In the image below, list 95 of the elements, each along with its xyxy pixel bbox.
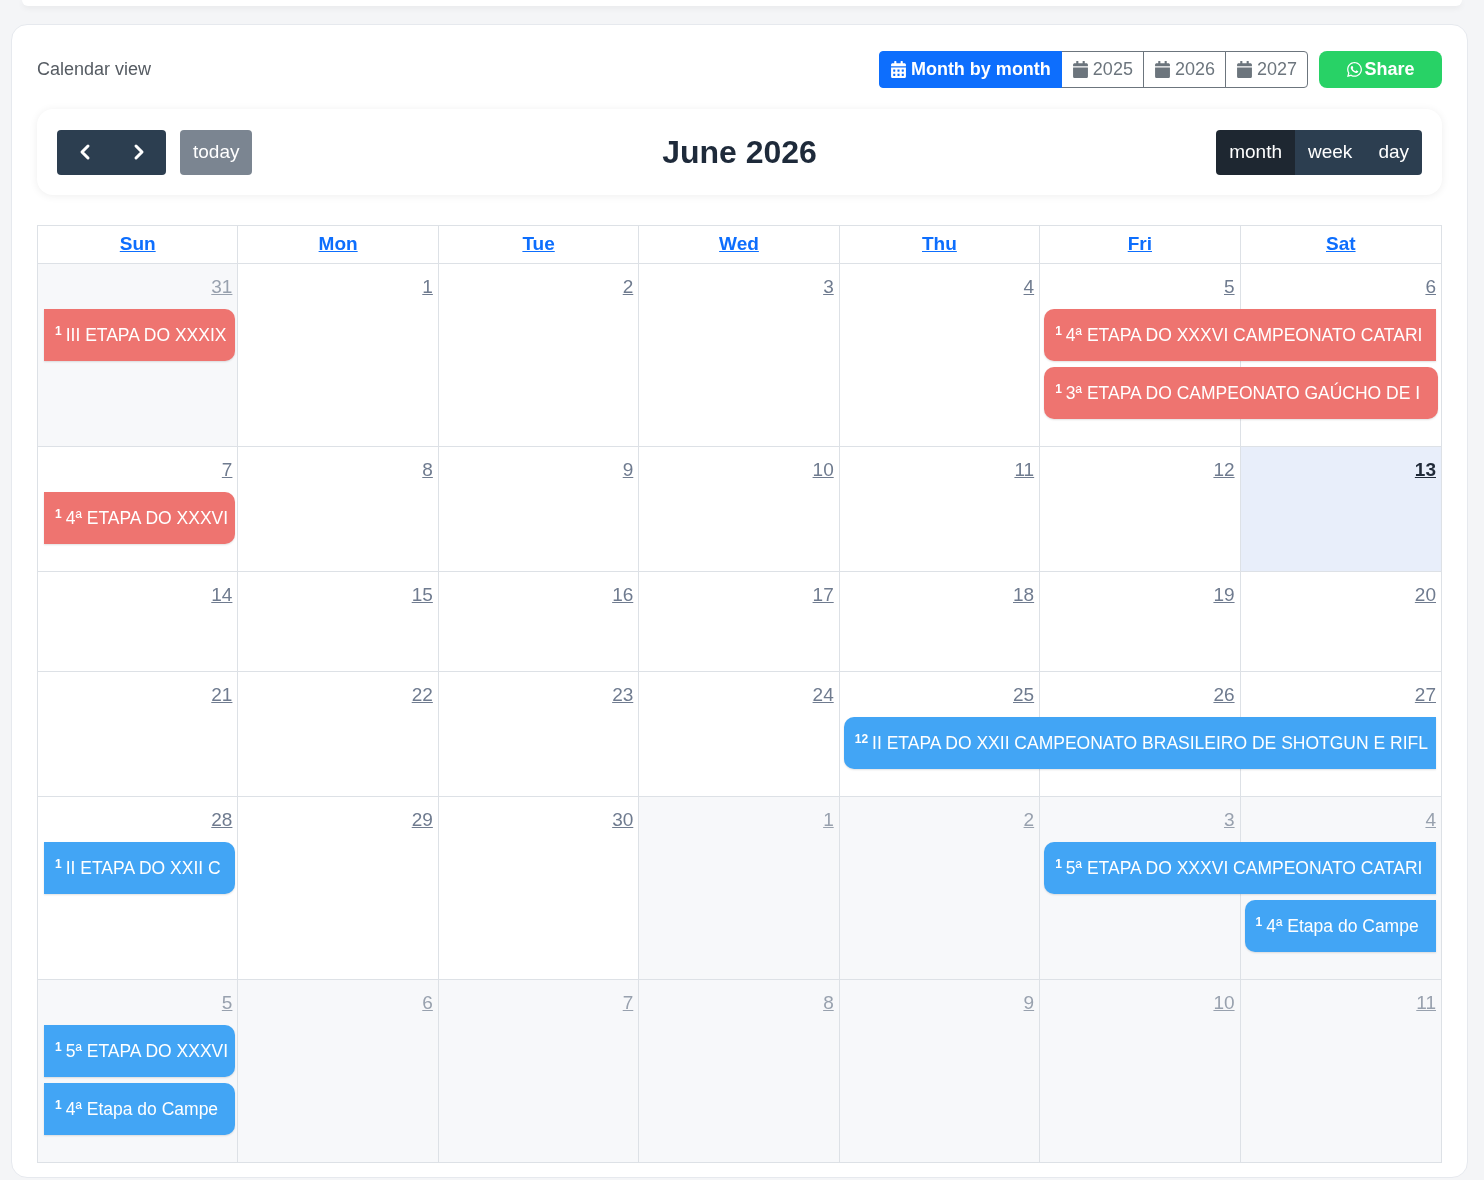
day-number[interactable]: 29	[411, 806, 433, 835]
day-number[interactable]: 1	[823, 806, 834, 835]
day-number[interactable]: 5	[221, 989, 233, 1018]
event-time: 1	[1055, 325, 1062, 337]
day-number[interactable]: 6	[422, 989, 433, 1018]
event-title: 3ª ETAPA DO CAMPEONATO GAÚCHO DE I	[1065, 383, 1421, 403]
event-title: III ETAPA DO XXXIX	[65, 325, 227, 345]
day-number[interactable]: 3	[1224, 806, 1235, 835]
day-number[interactable]: 7	[221, 456, 233, 485]
day-number[interactable]: 4	[1023, 273, 1035, 302]
event-title: 4ª Etapa do Campe	[1266, 916, 1419, 936]
event-time: 1	[55, 508, 62, 520]
day-number[interactable]: 22	[411, 681, 433, 710]
view-mode-tab[interactable]: 2027	[1224, 51, 1308, 88]
day-number[interactable]: 16	[612, 581, 634, 610]
weekday-link[interactable]: Fri	[1127, 230, 1152, 259]
event-bar[interactable]: 1 5ª ETAPA DO XXXVI CAMPEONATO CATARI	[1044, 842, 1436, 894]
day-number[interactable]: 28	[211, 806, 233, 835]
calendar-icon	[1153, 61, 1171, 78]
view-tab[interactable]: day	[1365, 129, 1422, 175]
event-time: 1	[55, 1099, 62, 1111]
event-title: II ETAPA DO XXII C	[65, 858, 221, 878]
day-number[interactable]: 8	[823, 989, 834, 1018]
day-number[interactable]: 11	[1416, 989, 1436, 1018]
day-number[interactable]: 2	[1023, 806, 1035, 835]
weekday-link[interactable]: Thu	[922, 230, 957, 259]
event-time: 1	[1255, 916, 1263, 928]
day-number[interactable]: 20	[1414, 581, 1436, 610]
day-number[interactable]: 15	[411, 581, 433, 610]
event-bar[interactable]: 1 4ª ETAPA DO XXXVI	[44, 492, 236, 544]
view-tab[interactable]: month	[1216, 129, 1295, 175]
event-time: 1	[1055, 383, 1062, 395]
day-number[interactable]: 27	[1414, 681, 1436, 710]
day-number[interactable]: 10	[812, 456, 834, 485]
event-bar[interactable]: 1 5ª ETAPA DO XXXVI	[44, 1025, 236, 1077]
day-number[interactable]: 24	[812, 681, 834, 710]
weekday-link[interactable]: Sat	[1326, 230, 1356, 259]
next-button[interactable]	[112, 129, 166, 175]
event-title: 4ª ETAPA DO XXXVI CAMPEONATO CATARI	[1065, 325, 1423, 345]
view-mode-tab[interactable]: 2026	[1142, 51, 1226, 88]
view-mode-tab[interactable]: 2025	[1060, 51, 1144, 88]
weekday-link[interactable]: Sun	[119, 230, 156, 259]
chat-icon	[1346, 61, 1364, 78]
day-number[interactable]: 30	[612, 806, 634, 835]
event-title: 4ª ETAPA DO XXXVI	[65, 508, 229, 528]
event-title: 5ª ETAPA DO XXXVI CAMPEONATO CATARI	[1065, 858, 1423, 878]
event-time: 1	[55, 858, 62, 870]
day-number[interactable]: 11	[1014, 456, 1035, 485]
day-number[interactable]: 3	[823, 273, 834, 302]
day-number[interactable]: 14	[211, 581, 233, 610]
day-number[interactable]: 6	[1425, 273, 1436, 302]
day-number[interactable]: 31	[211, 273, 233, 302]
view-tab[interactable]: week	[1295, 129, 1366, 175]
day-number[interactable]: 18	[1013, 581, 1035, 610]
calendar-icon	[1235, 61, 1253, 78]
day-number[interactable]: 5	[1224, 273, 1235, 302]
event-bar[interactable]: 12 II ETAPA DO XXII CAMPEONATO BRASILEIRO DE SHOTGUN E RIFL	[843, 717, 1436, 769]
day-number[interactable]: 17	[812, 581, 834, 610]
day-number[interactable]: 4	[1425, 806, 1436, 835]
day-number[interactable]: 2	[622, 273, 634, 302]
weekday-link[interactable]: Wed	[719, 230, 759, 259]
day-number[interactable]: 19	[1213, 581, 1235, 610]
day-number[interactable]: 13	[1414, 456, 1436, 485]
day-number[interactable]: 10	[1213, 989, 1235, 1018]
view-mode-tab[interactable]: Month by month	[878, 51, 1062, 88]
day-number[interactable]: 21	[211, 681, 233, 710]
event-bar[interactable]: 1 II ETAPA DO XXII C	[44, 842, 236, 894]
calendar-icon	[1071, 61, 1089, 78]
event-bar[interactable]: 1 III ETAPA DO XXXIX	[44, 309, 236, 361]
day-number[interactable]: 26	[1213, 681, 1235, 710]
event-bar[interactable]: 1 4ª ETAPA DO XXXVI CAMPEONATO CATARI	[1044, 309, 1436, 361]
day-number[interactable]: 1	[422, 273, 433, 302]
day-number[interactable]: 9	[622, 456, 634, 485]
day-number[interactable]: 25	[1013, 681, 1035, 710]
event-time: 1	[55, 325, 62, 337]
previous-button[interactable]	[57, 129, 112, 175]
event-bar[interactable]: 1 4ª Etapa do Campe	[1244, 900, 1436, 952]
event-title: 4ª Etapa do Campe	[65, 1099, 219, 1119]
section-title: Calendar view	[37, 58, 152, 81]
day-number[interactable]: 12	[1213, 456, 1235, 485]
weekday-link[interactable]: Tue	[522, 230, 555, 259]
day-number[interactable]: 8	[422, 456, 433, 485]
calendar-icon	[889, 61, 907, 78]
event-time: 1	[1055, 858, 1062, 870]
day-number[interactable]: 7	[622, 989, 634, 1018]
month-title: June 2026	[662, 133, 817, 172]
day-number[interactable]: 9	[1023, 989, 1035, 1018]
weekday-link[interactable]: Mon	[318, 230, 358, 259]
event-title: 5ª ETAPA DO XXXVI	[65, 1041, 229, 1061]
event-time: 1	[55, 1041, 62, 1053]
day-number[interactable]: 23	[612, 681, 634, 710]
event-bar[interactable]: 1 3ª ETAPA DO CAMPEONATO GAÚCHO DE I	[1044, 367, 1438, 419]
event-title: II ETAPA DO XXII CAMPEONATO BRASILEIRO DE SHOTGUN E RIFL	[872, 733, 1428, 753]
event-bar[interactable]: 1 4ª Etapa do Campe	[44, 1083, 236, 1135]
event-time: 12	[854, 733, 869, 745]
